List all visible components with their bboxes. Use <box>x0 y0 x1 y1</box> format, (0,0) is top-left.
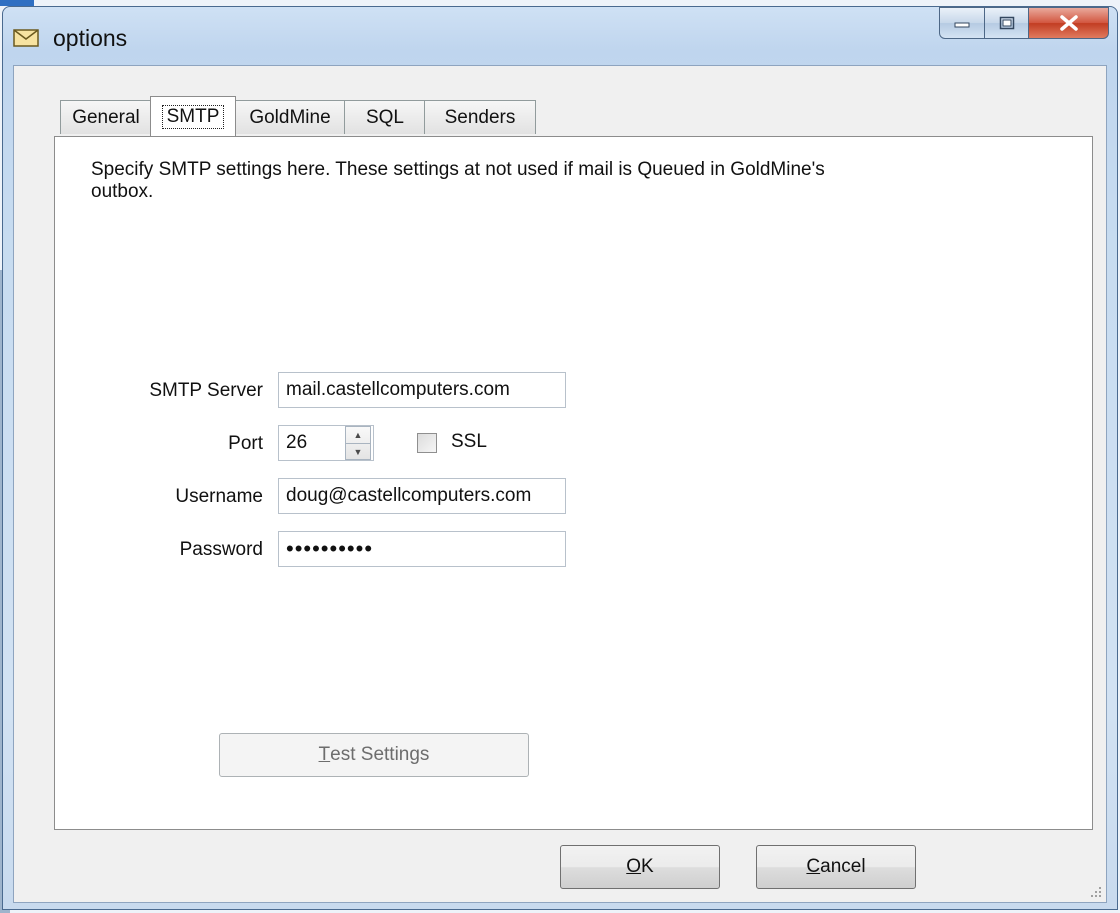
title-bar[interactable]: options <box>3 7 1117 65</box>
tab-general[interactable]: General <box>60 100 152 134</box>
smtp-tab-panel: Specify SMTP settings here. These settin… <box>54 136 1093 830</box>
resize-grip-icon[interactable] <box>1089 885 1103 899</box>
cancel-button[interactable]: Cancel <box>756 845 916 889</box>
test-settings-mnemonic: T <box>318 744 331 765</box>
spin-down-icon[interactable]: ▼ <box>346 443 370 460</box>
tab-sql[interactable]: SQL <box>344 100 426 134</box>
spin-up-icon[interactable]: ▲ <box>346 427 370 443</box>
port-value: 26 <box>286 432 308 453</box>
close-button[interactable] <box>1029 7 1109 39</box>
tab-goldmine-label: GoldMine <box>249 106 331 128</box>
envelope-icon <box>13 29 39 47</box>
tab-goldmine[interactable]: GoldMine <box>234 100 346 134</box>
maximize-icon <box>999 16 1014 30</box>
password-input[interactable]: •••••••••• <box>278 531 566 567</box>
test-settings-button[interactable]: Test Settings <box>219 733 529 777</box>
ok-mnemonic: O <box>626 856 642 877</box>
tab-smtp-label: SMTP <box>161 104 225 129</box>
tab-senders[interactable]: Senders <box>424 100 536 134</box>
tab-smtp[interactable]: SMTP <box>150 96 236 136</box>
smtp-server-label: SMTP Server <box>149 380 263 401</box>
tab-senders-label: Senders <box>444 106 516 128</box>
test-settings-label: est Settings <box>330 744 430 765</box>
ok-button[interactable]: OK <box>560 845 720 889</box>
smtp-server-input[interactable]: mail.castellcomputers.com <box>278 372 566 408</box>
username-label: Username <box>175 486 263 507</box>
smtp-description: Specify SMTP settings here. These settin… <box>91 159 825 202</box>
minimize-button[interactable] <box>939 7 985 39</box>
port-spinner[interactable]: ▲ ▼ <box>345 426 371 460</box>
ok-label: K <box>641 856 654 877</box>
tab-sql-label: SQL <box>365 106 405 128</box>
username-input[interactable]: doug@castellcomputers.com <box>278 478 566 514</box>
cancel-mnemonic: C <box>806 856 821 877</box>
minimize-icon <box>954 22 970 28</box>
cancel-label: ancel <box>820 856 866 877</box>
password-label: Password <box>179 539 263 560</box>
maximize-button[interactable] <box>985 7 1029 39</box>
window-title: options <box>53 25 128 51</box>
ssl-label: SSL <box>451 431 487 452</box>
port-label: Port <box>228 433 263 454</box>
tab-general-label: General <box>72 106 140 128</box>
options-window: options General SMTP GoldMine SQL Sender… <box>2 6 1118 910</box>
caption-buttons <box>939 7 1109 41</box>
ssl-checkbox[interactable] <box>417 433 437 453</box>
dialog-client-area: General SMTP GoldMine SQL Senders Specif… <box>13 65 1107 903</box>
close-icon <box>1059 15 1078 31</box>
